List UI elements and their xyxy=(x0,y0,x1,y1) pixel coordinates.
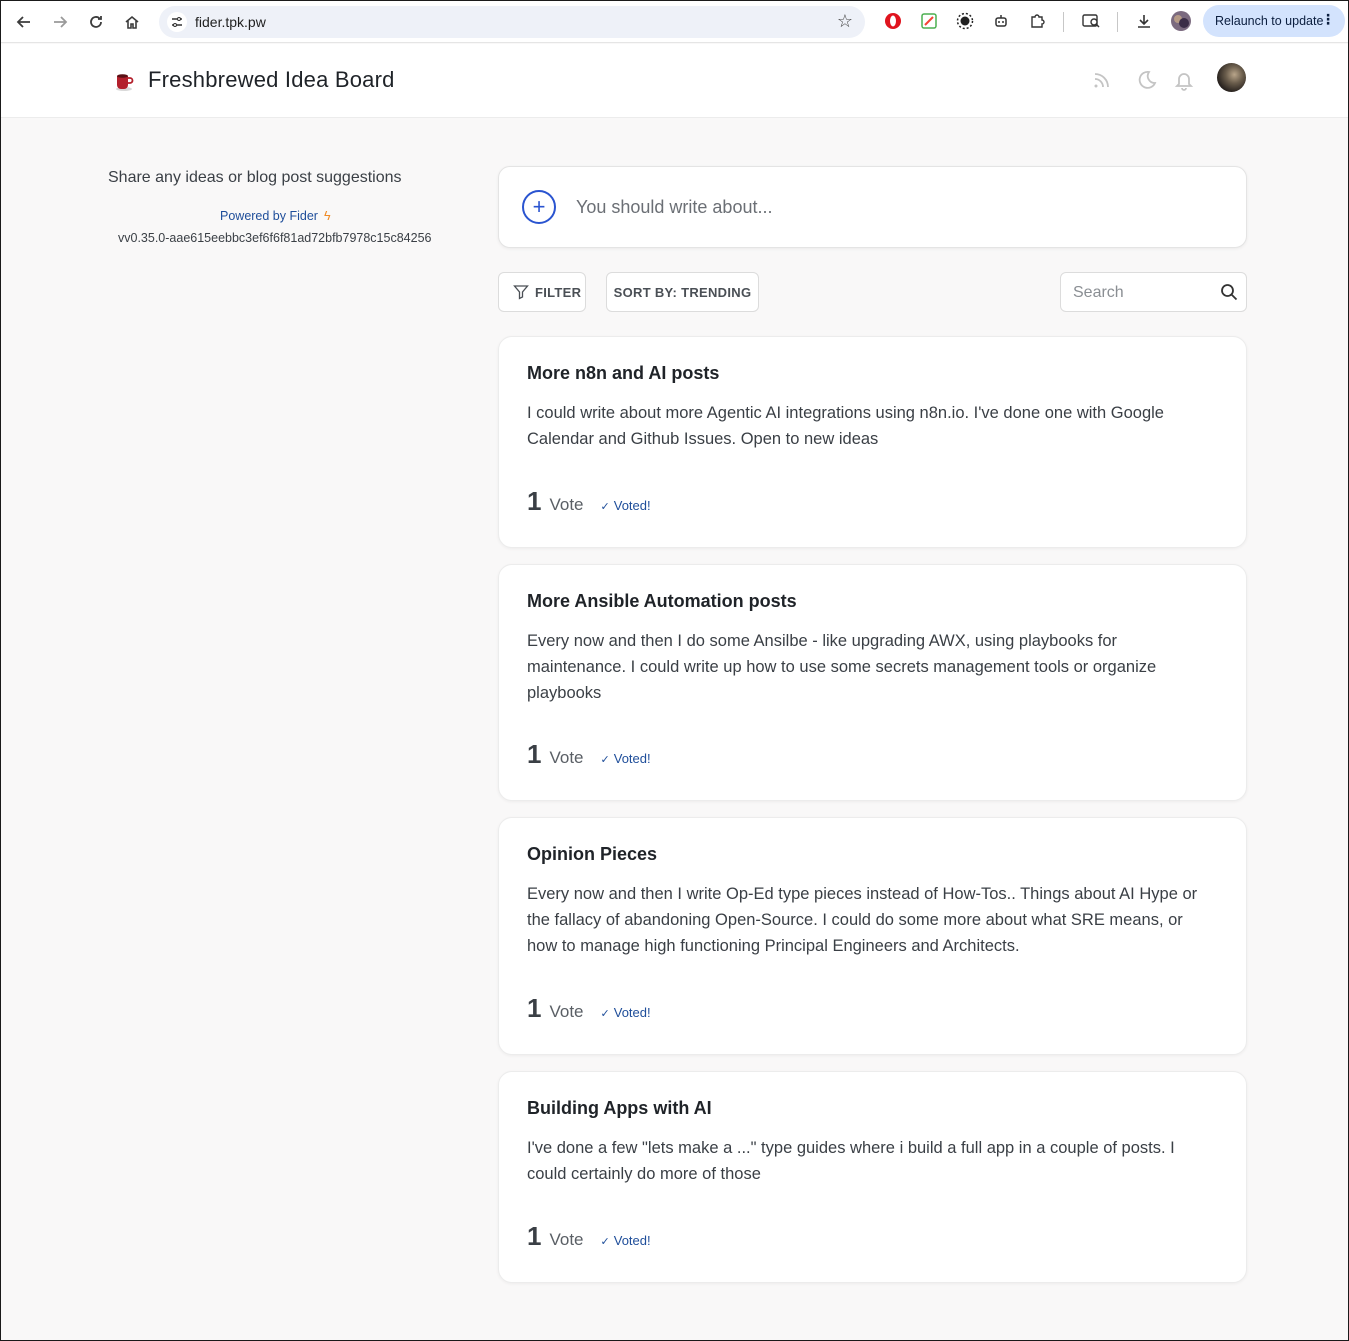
profile-avatar-icon[interactable] xyxy=(1170,10,1192,32)
vote-section: 1 Vote ✓ Voted! xyxy=(527,486,651,517)
voted-button[interactable]: ✓ Voted! xyxy=(601,1005,651,1020)
post-description: I've done a few "lets make a ..." type g… xyxy=(527,1139,1175,1183)
filter-button[interactable]: FILTER xyxy=(498,272,586,312)
download-icon[interactable] xyxy=(1133,10,1155,32)
rss-feed-icon[interactable] xyxy=(1089,67,1115,93)
url-text[interactable]: fider.tpk.pw xyxy=(195,14,266,30)
search-input[interactable] xyxy=(1073,282,1213,304)
filter-funnel-icon xyxy=(513,285,529,300)
site-title[interactable]: Freshbrewed Idea Board xyxy=(148,67,395,93)
new-post-input[interactable]: + You should write about... xyxy=(498,166,1247,248)
voted-label: Voted! xyxy=(613,1005,651,1020)
sort-button[interactable]: SORT BY: TRENDING xyxy=(606,272,759,312)
version-text: vv0.35.0-aae615eebbc3ef6f6f81ad72bfb7978… xyxy=(118,231,432,245)
relaunch-button[interactable]: Relaunch to update ⋮ xyxy=(1203,5,1345,37)
vote-section: 1 Vote ✓ Voted! xyxy=(527,739,651,770)
post-card[interactable]: Opinion Pieces Every now and then I writ… xyxy=(498,817,1247,1055)
post-title[interactable]: More Ansible Automation posts xyxy=(527,591,797,612)
relaunch-label: Relaunch to update xyxy=(1215,14,1324,28)
color-picker-extension-icon[interactable] xyxy=(918,10,940,32)
post-description: Every now and then I write Op-Ed type pi… xyxy=(527,885,1198,955)
voted-button[interactable]: ✓ Voted! xyxy=(601,1233,651,1248)
voted-button[interactable]: ✓ Voted! xyxy=(601,751,651,766)
lightning-bolt-icon: ϟ xyxy=(323,209,331,223)
voted-label: Voted! xyxy=(613,1233,651,1248)
post-card[interactable]: Building Apps with AI I've done a few "l… xyxy=(498,1071,1247,1283)
voted-button[interactable]: ✓ Voted! xyxy=(601,498,651,513)
sun-extension-icon[interactable] xyxy=(954,10,976,32)
voted-label: Voted! xyxy=(613,751,651,766)
post-description: I could write about more Agentic AI inte… xyxy=(527,404,1164,448)
new-post-placeholder[interactable]: You should write about... xyxy=(576,197,772,218)
vote-label: Vote xyxy=(549,495,584,514)
voted-label: Voted! xyxy=(613,498,651,513)
site-header: Freshbrewed Idea Board xyxy=(1,44,1348,118)
dark-mode-moon-icon[interactable] xyxy=(1133,67,1159,93)
opera-extension-icon[interactable] xyxy=(882,10,904,32)
vote-section: 1 Vote ✓ Voted! xyxy=(527,1221,651,1252)
post-title[interactable]: Opinion Pieces xyxy=(527,844,657,865)
checkmark-icon: ✓ xyxy=(600,1236,610,1248)
forward-arrow-icon[interactable] xyxy=(47,9,73,35)
more-menu-icon[interactable]: ⋮ xyxy=(1321,11,1335,28)
extensions-puzzle-icon[interactable] xyxy=(1026,10,1048,32)
vote-label: Vote xyxy=(549,1002,584,1021)
post-title[interactable]: More n8n and AI posts xyxy=(527,363,719,384)
checkmark-icon: ✓ xyxy=(600,1008,610,1020)
powered-by-link[interactable]: Powered by Fider ϟ xyxy=(220,209,331,223)
bookmark-star-icon[interactable]: ☆ xyxy=(837,11,853,32)
vote-count: 1 xyxy=(527,486,542,516)
checkmark-icon: ✓ xyxy=(600,501,610,513)
vote-label: Vote xyxy=(549,1230,584,1249)
back-arrow-icon[interactable] xyxy=(11,9,37,35)
notifications-bell-icon[interactable] xyxy=(1171,67,1197,93)
post-title[interactable]: Building Apps with AI xyxy=(527,1098,712,1119)
user-avatar[interactable] xyxy=(1217,63,1246,92)
post-card[interactable]: More n8n and AI posts I could write abou… xyxy=(498,336,1247,548)
post-card[interactable]: More Ansible Automation posts Every now … xyxy=(498,564,1247,801)
vote-section: 1 Vote ✓ Voted! xyxy=(527,993,651,1024)
vote-count: 1 xyxy=(527,1221,542,1251)
site-settings-icon[interactable] xyxy=(167,12,187,32)
post-description: Every now and then I do some Ansilbe - l… xyxy=(527,632,1157,702)
powered-by-label[interactable]: Powered by Fider xyxy=(220,209,318,223)
search-box[interactable] xyxy=(1060,272,1247,312)
sort-label: SORT BY: TRENDING xyxy=(613,284,752,300)
robot-extension-icon[interactable] xyxy=(990,10,1012,32)
search-icon[interactable] xyxy=(1220,283,1238,306)
tab-search-icon[interactable] xyxy=(1080,10,1102,32)
address-bar[interactable]: fider.tpk.pw ☆ xyxy=(159,6,865,38)
coffee-mug-logo-icon[interactable] xyxy=(113,70,135,92)
board-description: Share any ideas or blog post suggestions xyxy=(108,169,402,186)
filter-label: FILTER xyxy=(535,284,582,300)
home-icon[interactable] xyxy=(119,9,145,35)
add-plus-icon[interactable]: + xyxy=(522,190,556,224)
vote-count: 1 xyxy=(527,739,542,769)
vote-count: 1 xyxy=(527,993,542,1023)
reload-icon[interactable] xyxy=(83,9,109,35)
checkmark-icon: ✓ xyxy=(600,754,610,766)
vote-label: Vote xyxy=(549,748,584,767)
browser-toolbar: fider.tpk.pw ☆ Relaunch to update ⋮ xyxy=(1,1,1348,43)
